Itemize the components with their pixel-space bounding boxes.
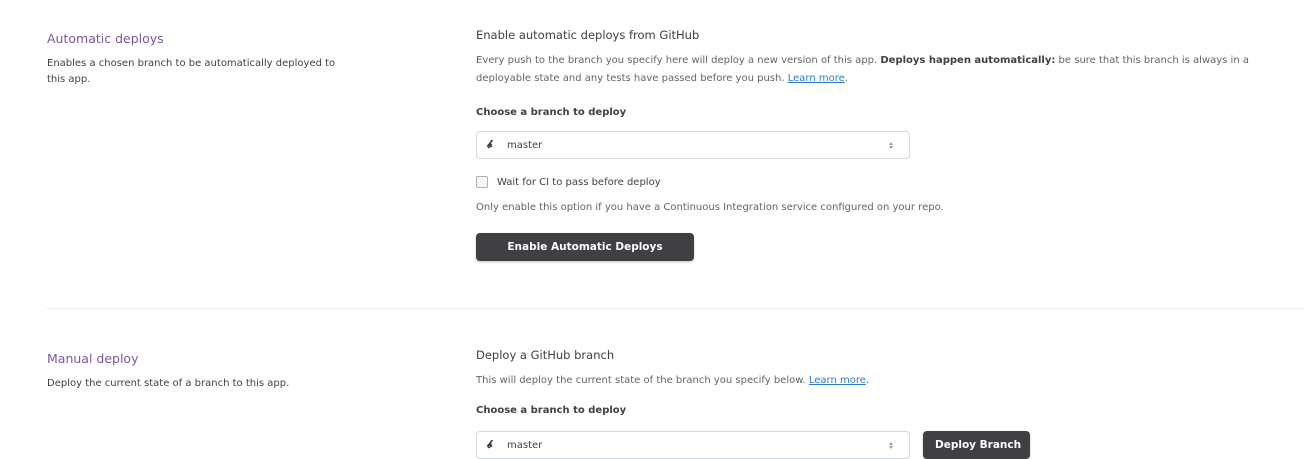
automatic-deploys-description: Enables a chosen branch to be automatica… (47, 58, 336, 85)
ci-help-text: Only enable this option if you have a Co… (476, 202, 944, 213)
ci-checkbox-label: Wait for CI to pass before deploy (497, 176, 661, 188)
automatic-deploys-title: Automatic deploys (47, 31, 164, 46)
automatic-deploys-info: Automatic deploys Enables a chosen branc… (47, 31, 347, 88)
automatic-deploys-explanation: Every push to the branch you specify her… (476, 55, 1249, 84)
automatic-deploys-card-title: Enable automatic deploys from GitHub (476, 28, 700, 42)
ci-checkbox-row: Wait for CI to pass before deploy (476, 176, 661, 188)
manual-deploy-text: This will deploy the current state of th… (476, 372, 1296, 390)
manual-deploy-explanation: This will deploy the current state of th… (476, 375, 870, 386)
automatic-deploys-card: Enable automatic deploys from GitHub (476, 27, 1296, 43)
manual-deploy-section: Manual deploy Deploy the current state o… (0, 310, 1304, 459)
manual-deploy-description: Deploy the current state of a branch to … (47, 378, 290, 389)
deploy-branch-button[interactable]: Deploy Branch (923, 431, 1030, 459)
automatic-branch-value: master (507, 139, 543, 151)
section-divider (46, 308, 1304, 309)
manual-learn-more-link[interactable]: Learn more (809, 375, 866, 386)
manual-branch-label: Choose a branch to deploy (476, 405, 627, 416)
automatic-learn-more-link[interactable]: Learn more (788, 73, 845, 84)
manual-branch-value: master (507, 439, 543, 451)
enable-automatic-deploys-button[interactable]: Enable Automatic Deploys (476, 233, 694, 261)
manual-deploy-title: Manual deploy (47, 351, 139, 366)
automatic-deploys-text: Every push to the branch you specify her… (476, 52, 1296, 88)
manual-branch-label-wrap: Choose a branch to deploy (476, 404, 1296, 418)
ci-help-wrap: Only enable this option if you have a Co… (476, 199, 1296, 217)
automatic-branch-select[interactable]: 𝓫 master (476, 131, 910, 159)
automatic-branch-label-wrap: Choose a branch to deploy (476, 106, 1296, 120)
branch-icon: 𝓫 (487, 438, 493, 451)
manual-deploy-card: Deploy a GitHub branch (476, 347, 1296, 363)
select-caret-icon (887, 139, 895, 151)
manual-deploy-info: Manual deploy Deploy the current state o… (47, 351, 347, 392)
automatic-branch-label: Choose a branch to deploy (476, 107, 627, 118)
automatic-deploys-section: Automatic deploys Enables a chosen branc… (0, 0, 1304, 300)
ci-checkbox[interactable] (476, 176, 488, 188)
manual-deploy-card-title: Deploy a GitHub branch (476, 348, 615, 362)
automatic-deploys-emphasis: Deploys happen automatically: (880, 55, 1056, 66)
branch-icon: 𝓫 (487, 138, 493, 151)
select-caret-icon (887, 439, 895, 451)
manual-branch-select[interactable]: 𝓫 master (476, 431, 910, 459)
